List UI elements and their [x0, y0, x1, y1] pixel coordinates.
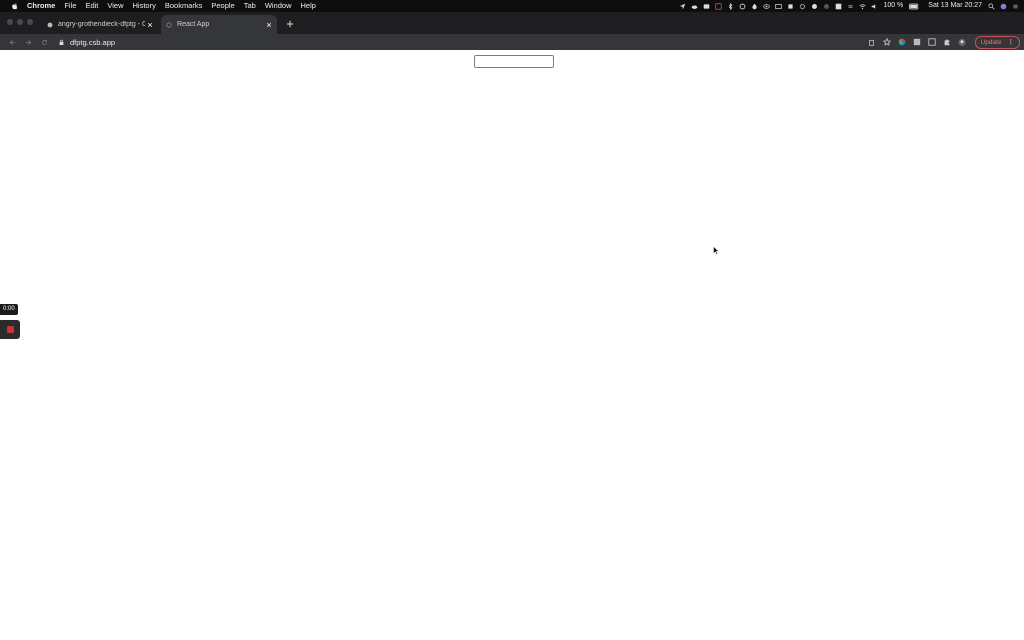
menu-bookmarks[interactable]: Bookmarks [165, 0, 203, 12]
control-center-icon[interactable] [1012, 3, 1019, 10]
stop-recording-button[interactable] [0, 320, 20, 339]
macos-menu-bar: Chrome File Edit View History Bookmarks … [0, 0, 1024, 12]
video-icon[interactable] [703, 3, 710, 10]
page-viewport: 0:00 [0, 50, 1024, 640]
lock-icon[interactable] [58, 39, 64, 46]
address-bar[interactable]: dfptg.csb.app [52, 34, 852, 50]
update-button[interactable]: Update ⋮ [974, 35, 1020, 49]
tab-title: React App [177, 21, 210, 28]
tab-title: angry-grothendieck-dfptg - C... [58, 21, 145, 28]
dark-app-icon[interactable] [823, 3, 830, 10]
zoom-window-button[interactable] [27, 19, 33, 25]
menu-window[interactable]: Window [265, 0, 292, 12]
menu-bar-datetime[interactable]: Sat 13 Mar 20:27 [928, 0, 982, 12]
tab-react-app[interactable]: React App [161, 15, 277, 34]
location-icon[interactable] [679, 3, 686, 10]
volume-icon[interactable] [871, 3, 878, 10]
network-icon[interactable] [847, 3, 854, 10]
stop-icon [6, 326, 14, 333]
close-tab-icon[interactable] [145, 20, 154, 29]
profile-avatar[interactable] [957, 38, 966, 46]
globe-icon [47, 22, 53, 28]
menu-tab[interactable]: Tab [244, 0, 256, 12]
share-icon[interactable] [868, 38, 876, 46]
window-controls [7, 19, 37, 25]
browser-tab-strip: angry-grothendieck-dfptg - C... React Ap… [0, 12, 1024, 34]
page-text-input[interactable] [474, 55, 554, 68]
close-tab-icon[interactable] [264, 20, 273, 29]
tab-codesandbox[interactable]: angry-grothendieck-dfptg - C... [42, 15, 158, 34]
menu-edit[interactable]: Edit [85, 0, 98, 12]
forward-icon[interactable] [24, 38, 32, 46]
cloud-icon[interactable] [691, 3, 698, 10]
menu-view[interactable]: View [107, 0, 123, 12]
menu-help[interactable]: Help [301, 0, 316, 12]
battery-icon[interactable] [909, 3, 919, 10]
box-icon[interactable] [787, 3, 794, 10]
search-icon[interactable] [988, 2, 995, 10]
apple-icon[interactable] [11, 2, 19, 10]
app-red-icon[interactable] [715, 2, 723, 10]
globe-icon [166, 22, 172, 28]
menu-history[interactable]: History [133, 0, 156, 12]
update-button-label: Update [980, 38, 1002, 46]
plus-icon [286, 20, 293, 27]
toolbar-actions: Update ⋮ [868, 34, 1020, 50]
screen-extension-icon[interactable] [913, 38, 921, 46]
extensions-icon[interactable] [943, 38, 951, 46]
menu-file[interactable]: File [64, 0, 76, 12]
menu-app-chrome[interactable]: Chrome [27, 0, 55, 12]
reload-icon[interactable] [40, 38, 48, 46]
eye-icon[interactable] [763, 3, 771, 10]
more-menu-icon: ⋮ [1007, 39, 1015, 46]
minimize-window-button[interactable] [17, 19, 23, 25]
sync-icon[interactable] [811, 3, 818, 10]
menu-bar-status-area: 100 % Sat 13 Mar 20:27 [679, 0, 1024, 12]
color-extension-icon[interactable] [898, 38, 906, 46]
wifi-icon[interactable] [859, 3, 866, 10]
menu-people[interactable]: People [211, 0, 234, 12]
back-icon[interactable] [8, 38, 16, 46]
new-tab-button[interactable] [284, 18, 295, 29]
gear-icon[interactable] [799, 3, 806, 10]
recording-timer: 0:00 [0, 304, 18, 315]
browser-toolbar: dfptg.csb.app Update ⋮ [0, 34, 1024, 50]
keyboard-input-icon[interactable] [835, 3, 842, 10]
siri-icon[interactable] [1000, 3, 1007, 10]
close-window-button[interactable] [7, 19, 13, 25]
mouse-cursor-icon [713, 246, 719, 255]
circle-app-icon[interactable] [739, 3, 746, 10]
address-url[interactable]: dfptg.csb.app [70, 38, 115, 47]
flame-icon[interactable] [751, 3, 758, 10]
star-icon[interactable] [882, 38, 891, 46]
save-extension-icon[interactable] [927, 38, 936, 46]
battery-percentage: 100 % [883, 2, 904, 9]
display-icon[interactable] [775, 3, 783, 10]
bluetooth-icon[interactable] [727, 2, 734, 10]
